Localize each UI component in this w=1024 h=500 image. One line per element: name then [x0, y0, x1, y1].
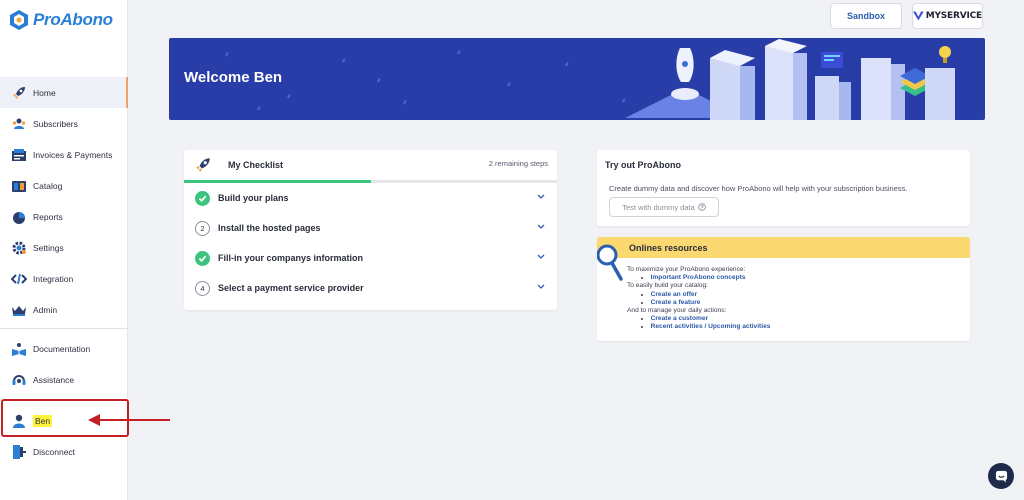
- sidebar-item-disconnect[interactable]: Disconnect: [0, 436, 128, 467]
- invoice-icon: [10, 146, 27, 163]
- brand-label: MYSERVICE: [925, 11, 983, 21]
- sidebar-item-home[interactable]: Home: [0, 77, 128, 108]
- checklist-step-label: Fill-in your companys information: [218, 253, 364, 263]
- book-icon: [10, 340, 27, 357]
- sidebar-item-label: Subscribers: [33, 118, 78, 129]
- magnifier-icon: [597, 244, 623, 281]
- sidebar-item-invoices[interactable]: Invoices & Payments: [0, 139, 128, 170]
- resources-intro: To maximize your ProAbono experience:: [627, 266, 746, 273]
- sidebar-item-label: Integration: [33, 273, 74, 284]
- sidebar-item-label: Disconnect: [33, 446, 76, 457]
- checklist-title: My Checklist: [228, 160, 284, 170]
- app-logo[interactable]: ProAbono: [10, 10, 113, 30]
- logout-icon: [10, 443, 27, 460]
- resource-link[interactable]: Create a feature: [651, 299, 701, 306]
- users-icon: [10, 115, 27, 132]
- checklist-step[interactable]: 2 Install the hosted pages: [184, 213, 557, 243]
- chevron-down-icon[interactable]: [537, 284, 545, 290]
- banner-title: Welcome Ben: [184, 69, 283, 86]
- sidebar-item-integration[interactable]: Integration: [0, 263, 128, 294]
- sandbox-button[interactable]: Sandbox: [830, 3, 902, 29]
- checklist-step[interactable]: 4 Select a payment service provider: [184, 273, 557, 303]
- sidebar-item-settings[interactable]: Settings: [0, 232, 128, 263]
- primary-nav: Home Subscribers Invoices & Payments Cat…: [0, 77, 128, 325]
- resources-body: To maximize your ProAbono experience: Im…: [627, 266, 770, 332]
- chevron-down-icon[interactable]: [537, 254, 545, 260]
- check-circle-icon: [195, 190, 210, 206]
- sidebar-item-label: Admin: [33, 304, 58, 315]
- checklist-remaining-steps: 2 remaining steps: [488, 159, 548, 168]
- sidebar-divider: [0, 328, 128, 329]
- gear-icon: [10, 239, 27, 256]
- step-number: 2: [195, 220, 210, 236]
- checklist-step-label: Select a payment service provider: [218, 283, 364, 293]
- crown-icon: [10, 301, 27, 318]
- button-label: Test with dummy data: [622, 202, 695, 212]
- service-switcher-button[interactable]: MYSERVICE: [912, 3, 983, 29]
- step-number: 4: [195, 280, 210, 296]
- sidebar-item-subscribers[interactable]: Subscribers: [0, 108, 128, 139]
- catalog-icon: [10, 177, 27, 194]
- brand-logo-icon: [913, 11, 924, 21]
- chat-icon: [995, 470, 1007, 483]
- resources-card: Onlines resources To maximize your ProAb…: [597, 237, 970, 341]
- sidebar-item-documentation[interactable]: Documentation: [0, 333, 128, 364]
- isometric-illustration-icon: [625, 39, 955, 120]
- headset-icon: [10, 371, 27, 388]
- checklist-step-label: Install the hosted pages: [218, 223, 321, 233]
- resource-link[interactable]: Create an offer: [651, 291, 698, 298]
- checklist-step[interactable]: Build your plans: [184, 183, 557, 213]
- test-dummy-data-button[interactable]: Test with dummy data: [609, 197, 719, 217]
- sidebar-item-label: Assistance: [33, 374, 75, 385]
- chevron-down-icon[interactable]: [537, 224, 545, 230]
- sidebar-item-label: Catalog: [33, 180, 63, 191]
- logo-icon: [10, 10, 28, 30]
- pie-chart-icon: [10, 208, 27, 225]
- logo-text: ProAbono: [33, 10, 113, 29]
- tryout-title: Try out ProAbono: [605, 160, 681, 170]
- sidebar-item-label: Invoices & Payments: [33, 149, 113, 160]
- chat-button[interactable]: [988, 463, 1014, 489]
- resources-intro: And to manage your daily actions:: [627, 307, 727, 315]
- sidebar-item-catalog[interactable]: Catalog: [0, 170, 128, 201]
- tryout-card: Try out ProAbono Create dummy data and d…: [597, 150, 970, 226]
- check-circle-icon: [195, 250, 210, 266]
- resource-link[interactable]: Create a customer: [651, 315, 709, 322]
- sidebar-item-label: Settings: [33, 242, 64, 253]
- checklist-step[interactable]: Fill-in your companys information: [184, 243, 557, 273]
- code-icon: [10, 270, 27, 287]
- sidebar-item-label: Documentation: [33, 343, 91, 354]
- welcome-banner: Welcome Ben: [169, 38, 985, 120]
- resource-link[interactable]: Recent activities / Upcoming activities: [651, 323, 771, 330]
- rocket-icon: [196, 158, 210, 172]
- callout-arrow-icon: [88, 414, 170, 426]
- chevron-down-icon[interactable]: [537, 194, 545, 200]
- checklist-step-label: Build your plans: [218, 193, 289, 203]
- sidebar-item-admin[interactable]: Admin: [0, 294, 128, 325]
- help-icon: [698, 203, 706, 211]
- resources-intro: To easily build your catalog:: [627, 282, 709, 290]
- tryout-description: Create dummy data and discover how ProAb…: [609, 184, 908, 193]
- checklist-card: My Checklist 2 remaining steps Build you…: [184, 150, 557, 310]
- sidebar-item-assistance[interactable]: Assistance: [0, 364, 128, 395]
- rocket-icon: [10, 84, 27, 101]
- resources-title: Onlines resources: [629, 243, 708, 253]
- sidebar-item-label: Reports: [33, 211, 63, 222]
- resource-link[interactable]: Important ProAbono concepts: [651, 274, 746, 281]
- sidebar-item-reports[interactable]: Reports: [0, 201, 128, 232]
- sidebar-item-label: Home: [33, 87, 56, 98]
